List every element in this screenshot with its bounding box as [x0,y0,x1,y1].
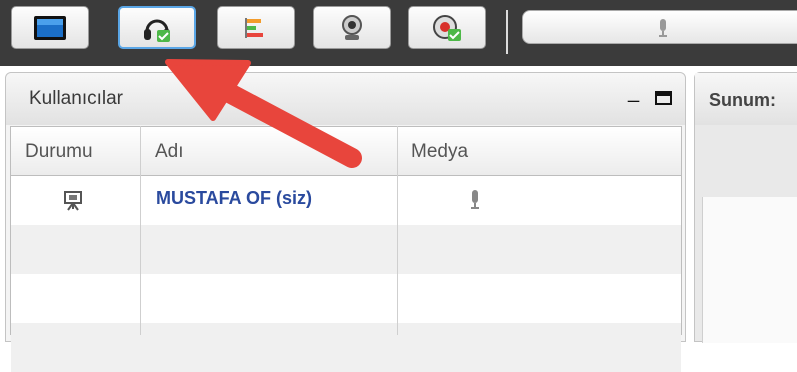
microphone-icon [471,190,479,209]
presentation-area[interactable] [702,197,797,343]
microphone-icon [659,19,667,37]
users-panel-header: Kullanıcılar _ [6,73,685,125]
presentation-title: Sunum: [709,90,776,110]
audio-status-bar[interactable] [522,10,797,44]
column-divider [140,126,141,335]
desktop-share-button[interactable] [11,6,89,49]
maximize-button[interactable] [655,91,672,105]
table-row[interactable] [11,225,681,274]
poll-button[interactable] [217,6,295,49]
desktop-share-icon [34,15,66,40]
headset-icon [144,19,170,42]
panel-title: Kullanıcılar [29,88,123,109]
record-button[interactable] [408,6,486,49]
table-row[interactable]: MUSTAFA OF (siz) [11,176,681,225]
table-row[interactable] [11,323,681,372]
presentation-panel: Sunum: [694,72,797,343]
toolbar [0,0,797,66]
column-header-name[interactable]: Adı [155,141,184,163]
presenter-icon [64,191,82,211]
table-header: Durumu Adı Medya [11,126,681,176]
poll-icon [245,17,263,38]
table-row[interactable] [11,274,681,323]
presentation-panel-header: Sunum: [695,73,797,125]
toolbar-separator [506,10,508,54]
webcam-icon [342,14,362,40]
user-name: MUSTAFA OF (siz) [156,188,312,208]
record-icon [433,14,461,41]
column-header-status[interactable]: Durumu [25,141,93,163]
audio-button[interactable] [118,6,196,49]
minimize-button[interactable]: _ [628,81,639,104]
webcam-button[interactable] [313,6,391,49]
column-header-media[interactable]: Medya [411,141,468,163]
column-divider [397,126,398,335]
users-table: Durumu Adı Medya MUSTAFA OF (siz) [10,126,682,372]
